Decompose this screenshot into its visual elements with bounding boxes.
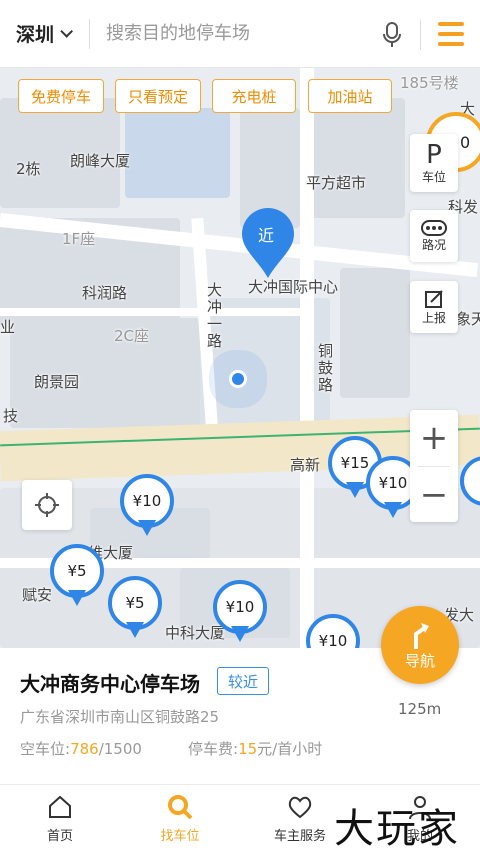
map-label: 铜鼓路 [316, 343, 334, 394]
traffic-label: 路况 [421, 237, 446, 252]
tab-home[interactable]: 首页 [0, 793, 120, 844]
fee-unit: 元/首小时 [257, 740, 323, 758]
parking-layer-button[interactable]: P 车位 [410, 134, 458, 192]
parking-lot-name: 大冲商务中心停车场 [20, 672, 200, 696]
map-road [0, 308, 300, 316]
divider [420, 20, 421, 50]
map-block [125, 108, 230, 198]
spaces-free: 786 [70, 740, 99, 758]
map-label: 赋安 [22, 586, 53, 604]
report-label: 上报 [421, 310, 446, 325]
map-label: 技 [1, 408, 19, 425]
map-label: 朗峰大厦 [70, 152, 131, 170]
zoom-controls: + − [410, 410, 458, 522]
filter-bookable[interactable]: 只看预定 [115, 79, 201, 113]
map-label: 象天 [456, 310, 480, 328]
home-icon [49, 795, 71, 818]
map-label: 平方超市 [306, 174, 367, 192]
spaces-label: 空车位: [20, 740, 71, 758]
fee-label: 停车费: [188, 740, 239, 758]
map-label: 高新 [290, 456, 321, 474]
map-label: 2栋 [16, 160, 41, 178]
map-block [340, 268, 410, 398]
pin-price-label: ¥10 [306, 614, 360, 648]
free-spaces: 空车位:786/1500 [20, 738, 142, 759]
parking-address: 广东省深圳市南山区铜鼓路25 [20, 708, 220, 726]
divider [89, 18, 91, 49]
navigate-label: 导航 [404, 651, 435, 670]
heart-icon [288, 796, 312, 819]
city-label: 深圳 [16, 24, 55, 46]
near-pin-label: 近 [258, 226, 275, 245]
map-label: 朗景园 [34, 373, 80, 391]
filter-charging[interactable]: 充电桩 [212, 79, 296, 113]
edit-icon [425, 289, 443, 308]
parking-price-pin[interactable]: ¥10 [213, 580, 267, 646]
map-label: 科润路 [82, 284, 128, 302]
parking-layer-label: 车位 [421, 169, 446, 184]
top-search-bar: 深圳 [0, 0, 480, 68]
distance-badge: 较近 [217, 667, 270, 695]
current-location-marker [229, 370, 247, 388]
zoom-in-button[interactable]: + [410, 410, 458, 466]
watermark: 大玩家 [334, 806, 460, 852]
parking-fee: 停车费:15元/首小时 [188, 738, 322, 759]
parking-price-pin[interactable]: ¥5 [108, 576, 162, 642]
city-selector[interactable]: 深圳 [16, 20, 74, 47]
navigate-button[interactable]: 导航 [381, 606, 459, 684]
report-button[interactable]: 上报 [410, 281, 458, 333]
route-arrow-icon [414, 622, 429, 649]
chevron-down-icon [60, 25, 74, 38]
map-label: 大冲一路 [205, 282, 223, 350]
search-icon [168, 795, 193, 820]
locate-me-button[interactable] [22, 480, 72, 530]
fee-value: 15 [238, 740, 258, 758]
filter-gas-station[interactable]: 加油站 [308, 79, 392, 113]
parking-price-pin[interactable]: ¥5 [50, 544, 104, 610]
crosshair-icon [35, 493, 59, 517]
search-input[interactable] [106, 23, 337, 44]
map-label: 2C座 [114, 327, 150, 345]
parking-price-pin[interactable]: ¥10 [120, 474, 174, 540]
zoom-out-button[interactable]: − [410, 467, 458, 523]
map-block [305, 98, 405, 218]
filter-free-parking[interactable]: 免费停车 [18, 79, 104, 113]
menu-icon[interactable] [438, 22, 464, 46]
map-label: 业 [0, 318, 16, 336]
tab-label: 首页 [46, 829, 73, 844]
parking-icon: P [426, 139, 442, 170]
map-view[interactable]: 朗峰大厦 2栋 1F座 科润路 2C座 朗景园 业 大冲一路 铜鼓路 平方超市 … [0, 68, 480, 648]
distance-value: 125m [398, 700, 442, 718]
tab-label: 找车位 [160, 829, 200, 844]
cluster-count: 0 [460, 132, 471, 152]
spaces-total: /1500 [98, 740, 142, 758]
parking-price-pin[interactable]: ¥10 [306, 614, 360, 648]
map-label: 185号楼 [400, 74, 459, 92]
tab-find-parking[interactable]: 找车位 [120, 793, 240, 844]
map-label: 1F座 [62, 230, 96, 248]
tab-label: 车主服务 [273, 829, 326, 844]
microphone-icon[interactable] [382, 22, 402, 48]
traffic-layer-button[interactable]: 路况 [410, 210, 458, 262]
traffic-icon [421, 219, 447, 236]
